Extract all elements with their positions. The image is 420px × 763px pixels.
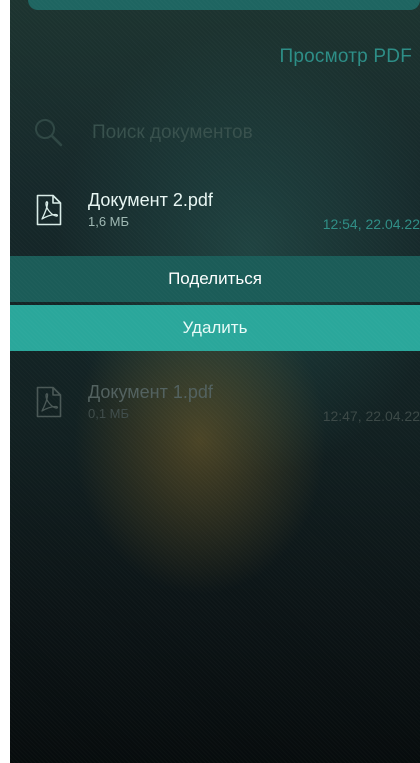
document-date: 12:54, 22.04.22 (322, 216, 420, 232)
search-icon (35, 119, 63, 147)
pdf-file-icon (36, 386, 62, 418)
document-name: Документ 1.pdf (88, 382, 213, 402)
search-placeholder[interactable]: Поиск документов (92, 122, 253, 144)
search-bar[interactable]: Поиск документов (32, 112, 402, 152)
pdf-file-icon (36, 194, 62, 226)
top-bar-edge (28, 0, 420, 10)
delete-button[interactable]: Удалить (10, 305, 420, 351)
document-size: 1,6 МБ (88, 214, 130, 229)
document-item[interactable]: Документ 1.pdf 0,1 МБ 12:47, 22.04.22 (10, 382, 420, 442)
document-date: 12:47, 22.04.22 (322, 408, 420, 424)
document-name: Документ 2.pdf (88, 190, 213, 210)
page-title: Просмотр PDF (279, 46, 412, 67)
document-item[interactable]: Документ 2.pdf 1,6 МБ 12:54, 22.04.22 (10, 190, 420, 250)
document-size: 0,1 МБ (88, 406, 130, 421)
share-button[interactable]: Поделиться (10, 256, 420, 302)
app-screen: Просмотр PDF Поиск документов Документ 2… (10, 0, 420, 763)
